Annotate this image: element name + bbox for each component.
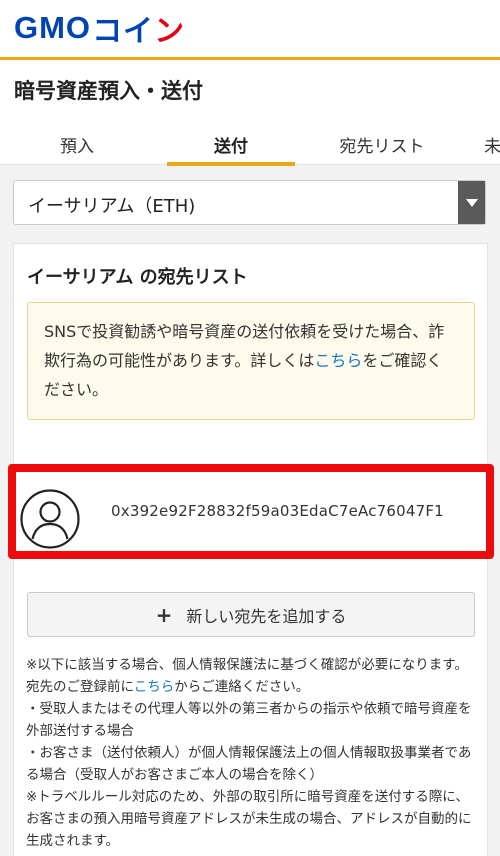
tab-address-list[interactable]: 宛先リスト (318, 132, 446, 165)
card-title: イーサリアム の宛先リスト (27, 267, 248, 288)
warning-link[interactable]: こちら (314, 351, 362, 370)
address-list-card: イーサリアム の宛先リスト SNSで投資勧誘や暗号資産の送付依頼を受けた場合、詐… (8, 243, 494, 856)
tab-send[interactable]: 送付 (167, 132, 295, 166)
gmo-coin-logo[interactable]: GMO コイン (14, 8, 185, 48)
subheader: 暗号資産預入・送付 預入 送付 宛先リスト 未 (0, 60, 500, 166)
chevron-down-icon (465, 198, 478, 207)
plus-icon: + (155, 602, 173, 627)
tab-bar: 預入 送付 宛先リスト 未 (0, 120, 500, 166)
add-address-label: 新しい宛先を追加する (186, 606, 347, 626)
tab-more[interactable]: 未 (484, 132, 500, 165)
user-avatar-icon (20, 489, 80, 549)
address-list-item[interactable]: 0x392e92F28832f59a03EdaC7eAc76047F1 (8, 464, 494, 559)
fraud-warning-box: SNSで投資勧誘や暗号資産の送付依頼を受けた場合、詐欺行為の可能性があります。詳… (27, 302, 475, 420)
page-title: 暗号資産預入・送付 (14, 79, 203, 103)
wallet-address: 0x392e92F28832f59a03EdaC7eAc76047F1 (111, 502, 444, 520)
dropdown-button[interactable] (458, 181, 485, 224)
logo-coin-text: コイン (92, 15, 186, 48)
note-1: ※以下に該当する場合、個人情報保護法に基づく確認が必要になります。宛先のご登録前… (26, 657, 468, 695)
note-2: ・受取人またはその代理人等以外の第三者からの指示や依頼で暗号資産を外部送付する場… (26, 701, 472, 739)
note-3: ・お客さま（送付依頼人）が個人情報保護法上の個人情報取扱事業者である場合（受取人… (26, 745, 472, 783)
logo-gmo-text: GMO (14, 10, 92, 45)
currency-select[interactable]: イーサリアム（ETH) (13, 180, 486, 225)
currency-select-value: イーサリアム（ETH) (28, 196, 196, 217)
contact-link[interactable]: こちら (134, 679, 175, 695)
note-4: ※トラベルルール対応のため、外部の取引所に暗号資産を送付する際に、お客さまの預入… (26, 789, 472, 849)
add-address-button[interactable]: + 新しい宛先を追加する (27, 592, 475, 637)
tab-deposit[interactable]: 預入 (14, 132, 140, 165)
notes: ※以下に該当する場合、個人情報保護法に基づく確認が必要になります。宛先のご登録前… (26, 654, 478, 852)
app-header: GMO コイン (0, 0, 500, 60)
